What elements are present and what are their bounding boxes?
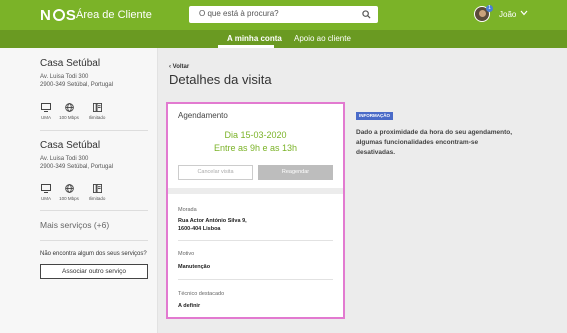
app-title: Área de Cliente <box>76 9 152 21</box>
chevron-down-icon[interactable] <box>520 10 528 16</box>
globe-icon <box>64 184 74 193</box>
search-icon[interactable] <box>362 10 371 19</box>
nos-logo[interactable]: NS <box>40 7 77 24</box>
address-label: Morada <box>178 207 197 213</box>
reason-label: Motivo <box>178 251 195 257</box>
address-value-line1: Rua Actor António Silva 9, <box>178 218 247 224</box>
appointment-date: Dia 15-03-2020 <box>224 130 287 140</box>
service-label: UMA <box>41 196 51 201</box>
tv-icon <box>41 103 51 112</box>
appointment-title: Agendamento <box>178 111 228 120</box>
divider <box>40 240 148 241</box>
appointment-time: Entre as 9h e as 13h <box>213 143 298 153</box>
service-phone[interactable]: Ilimitado <box>85 184 109 201</box>
service-label: 100 Mbps <box>59 115 79 120</box>
service-phone[interactable]: Ilimitado <box>85 103 109 120</box>
more-services-link[interactable]: Mais serviços (+6) <box>40 220 109 230</box>
cancel-visit-button[interactable]: Cancelar visita <box>178 165 253 180</box>
technician-label: Técnico destacado <box>178 291 225 297</box>
divider <box>178 279 333 280</box>
home-title[interactable]: Casa Setúbal <box>40 58 100 69</box>
tv-icon <box>41 184 51 193</box>
address-value-line2: 1600-404 Lisboa <box>178 226 221 232</box>
home-address-line2: 2900-349 Setúbal, Portugal <box>40 82 114 88</box>
divider <box>178 240 333 241</box>
reason-value: Manutenção <box>178 264 211 270</box>
technician-value: A definir <box>178 303 201 309</box>
sidebar: Casa Setúbal Av. Luisa Todi 300 2900-349… <box>0 48 158 333</box>
tab-apoio-ao-cliente[interactable]: Apoio ao cliente <box>294 34 351 43</box>
home-address-line2: 2900-349 Setúbal, Portugal <box>40 164 114 170</box>
back-link[interactable]: ‹ Voltar <box>169 64 189 70</box>
reschedule-button[interactable]: Reagendar <box>258 165 333 180</box>
service-label: Ilimitado <box>88 196 106 201</box>
back-label: Voltar <box>172 64 190 70</box>
top-bar: NS Área de Cliente O que está à procura?… <box>0 0 567 30</box>
search-placeholder: O que está à procura? <box>199 9 279 18</box>
service-tv[interactable]: UMA <box>34 103 58 120</box>
divider <box>40 210 148 211</box>
info-text: Dado a proximidade da hora do seu agenda… <box>356 129 513 156</box>
service-internet[interactable]: 100 Mbps <box>57 103 81 120</box>
phone-icon <box>92 184 102 193</box>
info-tag: INFORMAÇÃO <box>356 112 393 120</box>
search-input[interactable]: O que está à procura? <box>189 6 378 23</box>
user-name[interactable]: João <box>499 10 516 19</box>
section-separator <box>168 188 343 194</box>
active-tab-indicator <box>218 45 274 48</box>
tab-a-minha-conta[interactable]: A minha conta <box>227 34 282 43</box>
service-label: 100 Mbps <box>59 196 79 201</box>
not-found-text: Não encontra algum dos seus serviços? <box>40 251 147 257</box>
associate-service-button[interactable]: Associar outro serviço <box>40 264 148 279</box>
service-label: UMA <box>41 115 51 120</box>
home-title[interactable]: Casa Setúbal <box>40 140 100 151</box>
phone-icon <box>92 103 102 112</box>
service-internet[interactable]: 100 Mbps <box>57 184 81 201</box>
appointment-section: Agendamento Dia 15-03-2020 Entre as 9h e… <box>168 104 343 188</box>
globe-icon <box>64 103 74 112</box>
page-title: Detalhes da visita <box>169 72 272 87</box>
divider <box>40 130 148 131</box>
service-tv[interactable]: UMA <box>34 184 58 201</box>
service-label: Ilimitado <box>88 115 106 120</box>
sub-navigation: A minha conta Apoio ao cliente <box>0 30 567 48</box>
visit-details-card: Agendamento Dia 15-03-2020 Entre as 9h e… <box>166 102 345 319</box>
notification-badge: 1 <box>486 5 493 12</box>
